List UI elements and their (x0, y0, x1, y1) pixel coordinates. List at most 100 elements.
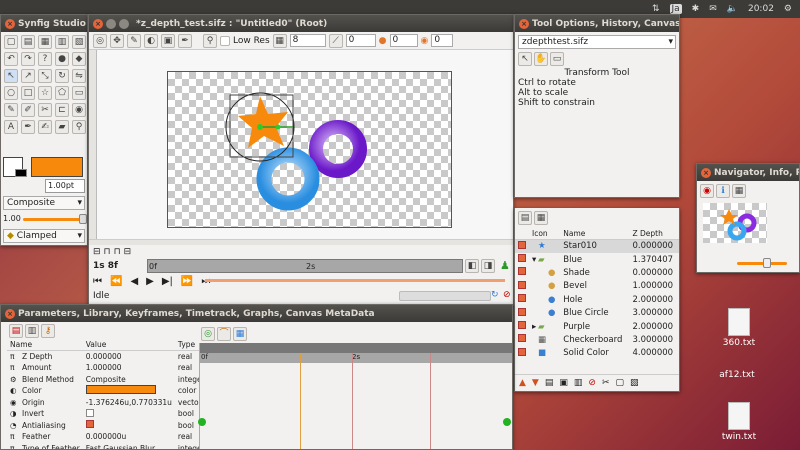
amount-slider[interactable] (23, 218, 83, 221)
param-value[interactable]: Fast Gaussian Blur (83, 443, 175, 449)
layer-row[interactable]: ● Blue Circle 3.000000 (515, 306, 679, 319)
layer-name[interactable]: Solid Color (560, 347, 629, 360)
width-input[interactable]: 1.00pt (45, 179, 85, 193)
layer-zdepth[interactable]: 3.000000 (629, 306, 679, 319)
canvas-browser-select[interactable]: zdepthtest.sifz ▾ (518, 35, 676, 49)
prev-frame-icon[interactable]: ◀ (130, 276, 138, 287)
param-value[interactable] (83, 385, 175, 397)
next-frame-icon[interactable]: ▶| (162, 276, 173, 287)
param-row[interactable]: ⚙ Blend Method Composite integer (7, 374, 215, 386)
show-grid-icon[interactable]: ◎ (93, 33, 107, 48)
draw-tool-icon[interactable]: ✐ (21, 103, 35, 117)
param-row[interactable]: π Type of Feather Fast Gaussian Blur intege… (7, 443, 215, 449)
layer-toggle-checkbox[interactable] (518, 347, 526, 356)
snap-grid-icon[interactable]: ✥ (110, 33, 124, 48)
angle-spin-1[interactable]: 0 (345, 34, 376, 47)
layer-toggle-checkbox[interactable] (518, 267, 526, 276)
save-as-icon[interactable]: ▥ (55, 35, 69, 49)
cut-icon[interactable]: ✂ (602, 378, 610, 388)
layer-row[interactable]: ● Bevel 1.000000 (515, 280, 679, 293)
current-time[interactable]: 1s 8f (93, 261, 118, 271)
toggle-icon-4[interactable]: ⊟ (124, 247, 132, 257)
layer-zdepth[interactable]: 3.000000 (629, 333, 679, 346)
rotate-tool-icon[interactable]: ↻ (55, 69, 69, 83)
new-file-icon[interactable]: ▢ (4, 35, 18, 49)
close-icon[interactable]: × (5, 18, 15, 29)
bone-icon[interactable]: ⟋ (328, 33, 343, 48)
toggle-icon-3[interactable]: ⊓ (114, 247, 121, 257)
help-icon[interactable]: ? (38, 52, 52, 66)
timetrack-tab-icon[interactable]: ◎ (201, 327, 215, 341)
prev-keyframe-icon[interactable]: ⏪ (110, 276, 122, 287)
close-icon[interactable]: × (701, 167, 711, 178)
close-icon[interactable]: × (93, 18, 103, 29)
layer-name[interactable]: Bevel (560, 280, 629, 293)
wrench-icon[interactable]: ⚲ (203, 33, 217, 48)
navigator-preview[interactable] (703, 203, 767, 243)
interpolation-select[interactable]: ◆ Clamped ▾ (3, 229, 85, 243)
raise-layer-icon[interactable]: ▲ (519, 378, 526, 388)
time-slider[interactable]: 0f 2s (147, 259, 463, 273)
param-row[interactable]: π Amount 1.000000 real (7, 362, 215, 374)
minimize-icon[interactable] (106, 18, 116, 29)
canvas-image[interactable] (167, 71, 452, 228)
thumb-spin[interactable]: 8 (289, 34, 326, 47)
column-header[interactable]: Name (7, 339, 83, 351)
play-icon[interactable]: ▶ (146, 276, 154, 287)
info-tab-icon[interactable]: ℹ (716, 184, 730, 198)
layer-toggle-checkbox[interactable] (518, 280, 526, 289)
figure-icon[interactable]: ♟ (500, 259, 510, 272)
pixel-ratio-icon[interactable]: ▦ (272, 33, 287, 48)
draft-icon[interactable]: ✒ (178, 33, 192, 48)
waypoint[interactable] (503, 418, 511, 426)
stop-icon[interactable]: ⊘ (503, 290, 511, 300)
zoom-slider[interactable] (737, 262, 787, 265)
layer-toggle-checkbox[interactable] (518, 321, 526, 330)
spline-tool-icon[interactable]: ✎ (4, 103, 18, 117)
layer-zdepth[interactable]: 1.370407 (629, 253, 679, 266)
duplicate-icon[interactable]: ▥ (574, 378, 583, 388)
color-swatch[interactable] (85, 385, 156, 395)
layer-row[interactable]: ● Shade 0.000000 (515, 266, 679, 279)
preview-icon[interactable]: ◆ (72, 52, 86, 66)
layer-toggle-checkbox[interactable] (518, 294, 526, 303)
lower-layer-icon[interactable]: ▼ (532, 378, 539, 388)
mirror-tool-icon[interactable]: ⇋ (72, 69, 86, 83)
layer-row[interactable]: ▦ Checkerboard 3.000000 (515, 333, 679, 346)
layer-zdepth[interactable]: 4.000000 (629, 347, 679, 360)
transform-tab-icon[interactable]: ↖ (518, 52, 532, 66)
smooth-move-icon[interactable]: ↗ (21, 69, 35, 83)
layer-name[interactable]: Checkerboard (560, 333, 629, 346)
angle-spin-2[interactable]: 0 (389, 34, 418, 47)
delete-layer-icon[interactable]: ⊘ (588, 378, 596, 388)
clock[interactable]: 20:02 (748, 4, 774, 14)
param-value[interactable]: 0.000000u (83, 431, 175, 443)
layer-zdepth[interactable]: 0.000000 (629, 266, 679, 279)
gear-icon[interactable]: ⚙ (784, 4, 792, 14)
param-row[interactable]: πZ Depth 0.000000 real (7, 351, 215, 363)
sets-tab-icon[interactable]: ▦ (534, 211, 548, 225)
layer-toggle-checkbox[interactable] (518, 254, 526, 263)
keyframes-tab-icon[interactable]: ⚷ (41, 324, 55, 338)
save-icon[interactable]: ▦ (38, 35, 52, 49)
layer-name[interactable]: Star010 (560, 240, 629, 253)
fill-tool-icon[interactable]: ◉ (72, 103, 86, 117)
amount-slider-handle[interactable] (79, 214, 87, 224)
params-tab-icon[interactable]: ▤ (9, 324, 23, 338)
param-value[interactable]: 1.000000 (83, 362, 175, 374)
param-row[interactable]: π Feather 0.000000u real (7, 431, 215, 443)
layer-toggle-checkbox[interactable] (518, 307, 526, 316)
param-value[interactable]: Composite (83, 374, 175, 386)
layer-row[interactable]: ▾ ▰ Blue 1.370407 (515, 253, 679, 266)
maximize-icon[interactable] (119, 18, 129, 29)
library-tab-icon[interactable]: ▥ (25, 324, 39, 338)
param-value[interactable]: -1.376246u,0.770331u (83, 397, 175, 409)
sketch-tool-icon[interactable]: ✍ (38, 120, 52, 134)
navigator-tab-icon[interactable]: ◉ (700, 184, 714, 198)
param-value[interactable]: 0.000000 (83, 351, 175, 363)
mail-icon[interactable]: ✉ (709, 4, 717, 14)
layer-zdepth[interactable]: 2.000000 (629, 320, 679, 333)
layer-row[interactable]: ★ Star010 0.000000 (515, 239, 679, 253)
radius-handle[interactable] (275, 124, 281, 130)
redo-icon[interactable]: ↷ (21, 52, 35, 66)
